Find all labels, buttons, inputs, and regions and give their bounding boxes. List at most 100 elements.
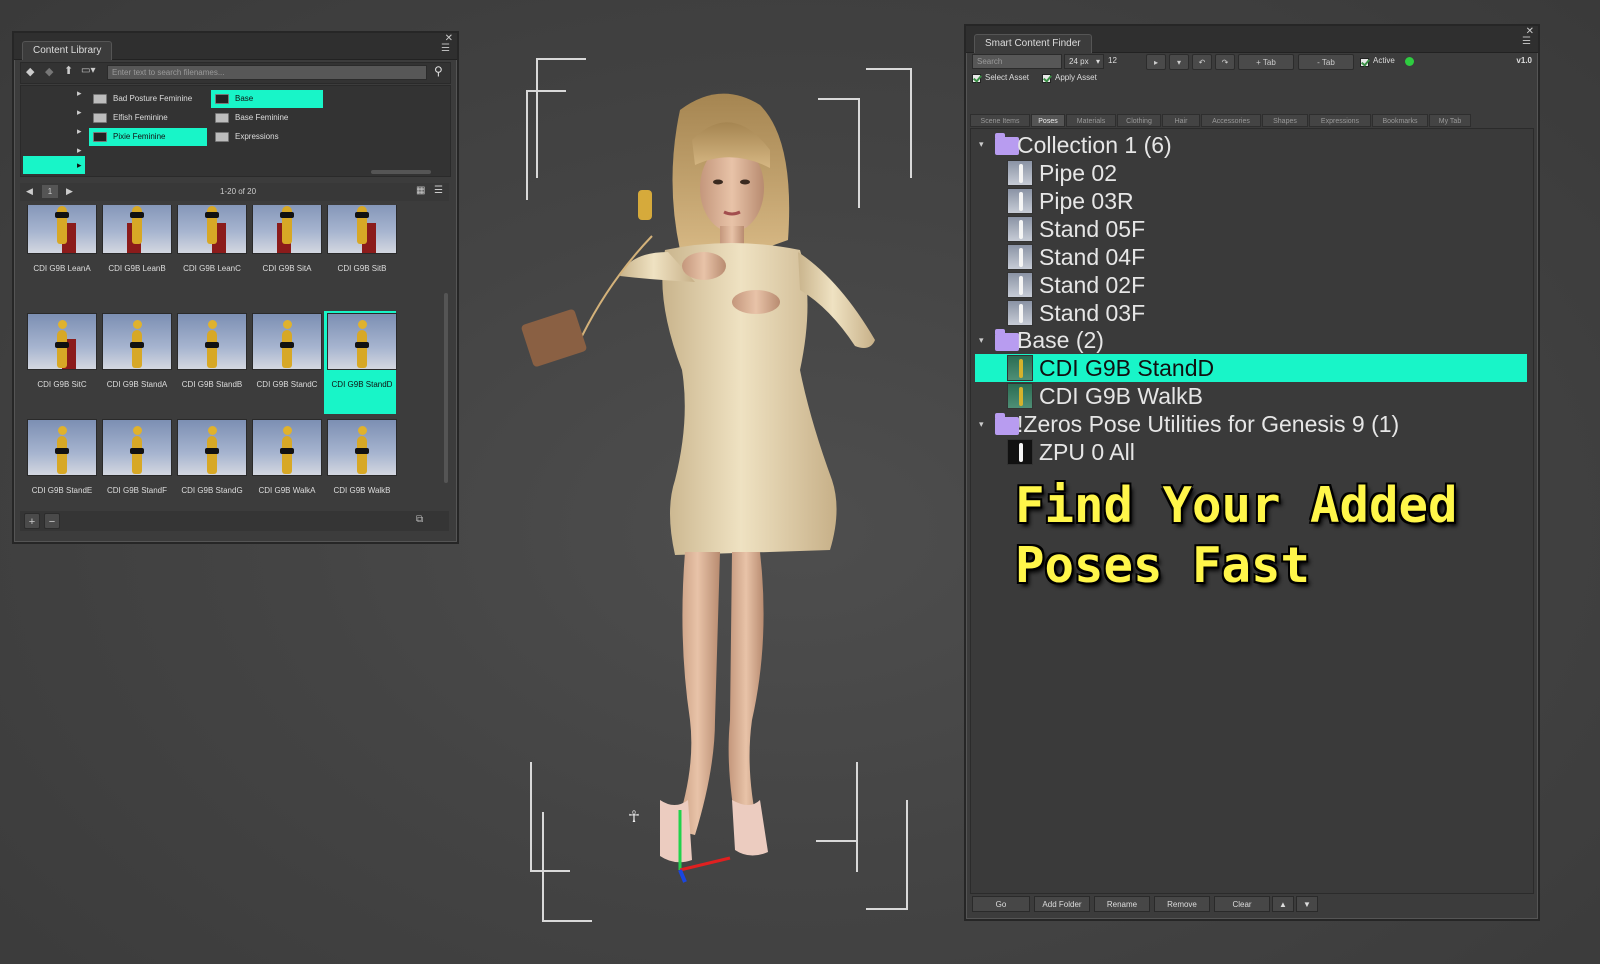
folder-base[interactable]: Base [211,90,323,108]
collapse-caret-icon[interactable]: ▾ [979,419,984,430]
list-view-icon[interactable]: ☰ [434,185,443,196]
smart-finder-title[interactable]: Smart Content Finder [974,34,1092,53]
content-library-panel: Content Library ✕ ☰ ◆ ◆ ⬆ ▭▾ Enter text … [12,31,459,544]
pose-thumbnail[interactable]: CDI G9B WalkB [327,419,397,505]
pose-thumbnail[interactable]: CDI G9B StandG [177,419,247,505]
pose-thumbnail[interactable]: CDI G9B SitA [252,205,322,297]
pose-thumbnail[interactable]: CDI G9B LeanA [27,205,97,297]
pose-item[interactable]: Stand 02F [975,271,1527,299]
pose-item[interactable]: Stand 04F [975,243,1527,271]
expand-caret-icon[interactable]: ▸ [77,88,82,99]
move-down-button[interactable]: ▼ [1296,896,1318,912]
go-button[interactable]: Go [972,896,1030,912]
rename-button[interactable]: Rename [1094,896,1150,912]
pose-thumbnail[interactable]: CDI G9B StandE [27,419,97,505]
expand-caret-icon[interactable]: ▸ [77,145,82,156]
filename-search-input[interactable]: Enter text to search filenames... [107,65,427,80]
pose-thumbnail[interactable]: CDI G9B StandC [252,313,322,413]
page-number[interactable]: 1 [42,185,58,198]
add-tab-button[interactable]: + Tab [1238,54,1294,70]
grid-view-icon[interactable]: ▦ [416,185,425,196]
back-arrow-icon[interactable]: ◆ [26,65,34,78]
pose-item[interactable]: CDI G9B WalkB [975,382,1527,410]
folder-elfish-feminine[interactable]: Elfish Feminine [89,109,207,127]
collapse-caret-icon[interactable]: ▾ [979,139,984,150]
zeros-folder[interactable]: !Zeros Pose Utilities for Genesis 9 (1) [1017,410,1517,438]
pose-thumbnail[interactable]: CDI G9B SitC [27,313,97,413]
vertical-scrollbar[interactable] [444,293,448,483]
redo-button[interactable]: ↷ [1215,54,1235,70]
pose-thumbnail-icon [1007,188,1033,214]
up-arrow-icon[interactable]: ⬆ [64,64,73,77]
finder-search-input[interactable]: Search [972,54,1062,69]
expand-caret-icon[interactable]: ▸ [77,160,82,171]
tab-expressions[interactable]: Expressions [1309,114,1371,127]
tab-scene-items[interactable]: Scene Items [970,114,1030,127]
viewport[interactable]: ☥ [470,40,960,940]
count-value[interactable]: 12 [1108,56,1117,65]
tab-poses[interactable]: Poses [1031,114,1065,127]
pose-thumbnail[interactable]: CDI G9B StandB [177,313,247,413]
folder-expressions[interactable]: Expressions [211,128,323,146]
folder-pixie-feminine[interactable]: Pixie Feminine [89,128,207,146]
collapse-all-button[interactable]: ▾ [1169,54,1189,70]
folder-bad-posture-feminine[interactable]: Bad Posture Feminine [89,90,207,108]
pose-thumbnail[interactable]: CDI G9B SitB [327,205,397,297]
pose-thumbnail[interactable]: CDI G9B LeanB [102,205,172,297]
tab-clothing[interactable]: Clothing [1117,114,1161,127]
next-page-icon[interactable]: ▶ [66,186,73,197]
remove-button[interactable]: − [44,513,60,529]
panel-menu-icon[interactable]: ☰ [441,44,453,54]
clear-button[interactable]: Clear [1214,896,1270,912]
tree-highlight[interactable] [23,156,85,174]
apply-asset-label: Apply Asset [1055,73,1097,82]
figure-body [357,330,367,368]
pose-item[interactable]: Pipe 02 [975,159,1527,187]
expand-all-button[interactable]: ▸ [1146,54,1166,70]
add-button[interactable]: + [24,513,40,529]
tab-hair[interactable]: Hair [1162,114,1200,127]
pose-thumbnail[interactable]: CDI G9B StandF [102,419,172,505]
select-asset-checkbox[interactable] [972,74,981,83]
folder-dropdown-icon[interactable]: ▭▾ [81,65,95,76]
pose-item[interactable]: Stand 05F [975,215,1527,243]
forward-arrow-icon[interactable]: ◆ [45,65,53,78]
pose-item[interactable]: Pipe 03R [975,187,1527,215]
figure-silhouette [1019,248,1023,267]
figure-silhouette [1019,276,1023,295]
horizontal-scrollbar[interactable] [371,170,431,174]
content-library-title[interactable]: Content Library [22,41,113,60]
tab-bookmarks[interactable]: Bookmarks [1372,114,1428,127]
move-up-button[interactable]: ▲ [1272,896,1294,912]
prev-page-icon[interactable]: ◀ [26,186,33,197]
remove-tab-button[interactable]: - Tab [1298,54,1354,70]
collapse-caret-icon[interactable]: ▾ [979,335,984,346]
tab-shapes[interactable]: Shapes [1262,114,1308,127]
icon-size-select[interactable]: 24 px ▾ [1064,54,1104,69]
pose-thumbnail-icon [1007,355,1033,381]
tab-my-tab[interactable]: My Tab [1429,114,1471,127]
undo-button[interactable]: ↶ [1192,54,1212,70]
apply-asset-checkbox[interactable] [1042,74,1051,83]
pose-thumbnail[interactable]: CDI G9B LeanC [177,205,247,297]
pose-item[interactable]: CDI G9B StandD [975,354,1527,382]
folder-base-feminine[interactable]: Base Feminine [211,109,323,127]
pose-item[interactable]: Stand 03F [975,299,1527,327]
base-folder[interactable]: Base (2) [1017,326,1417,354]
expand-caret-icon[interactable]: ▸ [77,126,82,137]
pose-thumbnail[interactable]: CDI G9B StandD [324,311,397,414]
collection-folder[interactable]: Collection 1 (6) [1017,131,1417,159]
tab-materials[interactable]: Materials [1066,114,1116,127]
add-folder-button[interactable]: Add Folder [1034,896,1090,912]
active-checkbox[interactable] [1360,58,1369,67]
pose-thumbnail[interactable]: CDI G9B StandA [102,313,172,413]
panel-menu-icon[interactable]: ☰ [1522,37,1534,47]
search-icon[interactable]: ⚲ [434,64,443,78]
expand-caret-icon[interactable]: ▸ [77,107,82,118]
remove-button[interactable]: Remove [1154,896,1210,912]
copy-icon[interactable]: ⧉ [416,514,423,525]
pose-item[interactable]: ZPU 0 All [975,438,1527,466]
figure-outfit [280,448,294,454]
pose-thumbnail[interactable]: CDI G9B WalkA [252,419,322,505]
tab-accessories[interactable]: Accessories [1201,114,1261,127]
